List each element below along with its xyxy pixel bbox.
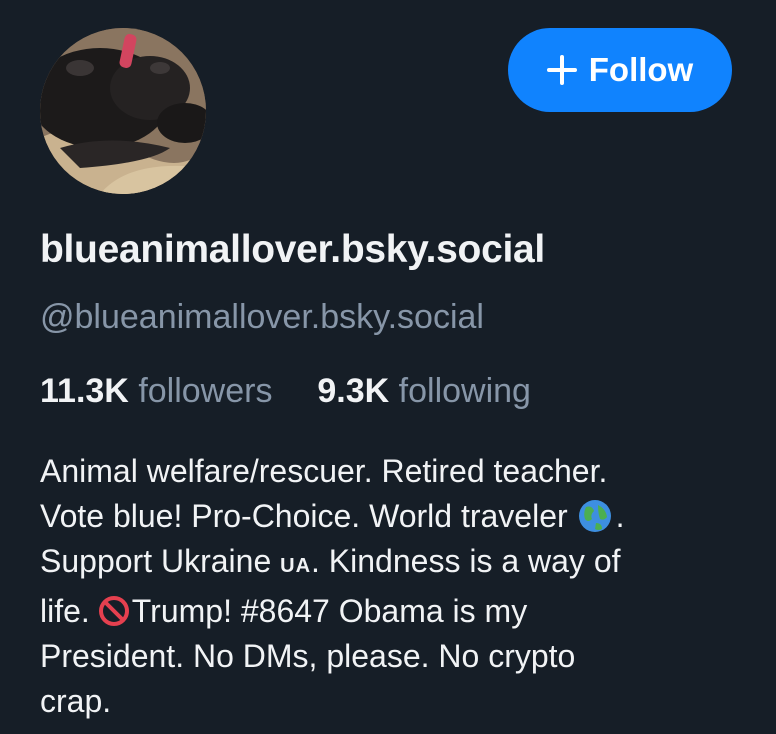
profile-handle: @blueanimallover.bsky.social: [40, 298, 484, 336]
bio-text: Vote blue! Pro-Choice. World traveler: [40, 498, 568, 534]
avatar[interactable]: [40, 28, 206, 194]
bio-line: crap.: [40, 683, 112, 719]
bio-text: . Kindness is a way of: [311, 543, 621, 579]
following-count: 9.3K: [317, 372, 390, 410]
followers-count: 11.3K: [40, 372, 129, 410]
followers-link[interactable]: 11.3K followers: [40, 372, 282, 410]
bio-line: Animal welfare/rescuer. Retired teacher.: [40, 453, 608, 489]
following-link[interactable]: 9.3K following: [317, 372, 531, 410]
bio-text: .: [615, 498, 625, 534]
display-name: blueanimallover.bsky.social: [40, 228, 545, 271]
bio-line: Support Ukraine UA. Kindness is a way of: [40, 539, 740, 589]
bio-text: Support Ukraine: [40, 543, 272, 579]
bio-text: Trump! #8647 Obama is my: [131, 593, 528, 629]
dog-photo-avatar: [40, 28, 206, 194]
globe-icon: [578, 500, 611, 532]
bio-line: President. No DMs, please. No crypto: [40, 638, 576, 674]
bio-line: life. Trump! #8647 Obama is my: [40, 589, 740, 634]
following-label: following: [398, 372, 531, 410]
follow-button[interactable]: Follow: [508, 28, 732, 112]
profile-stats: 11.3K followers 9.3K following: [40, 372, 531, 411]
bio-text: life.: [40, 593, 90, 629]
plus-icon: [546, 55, 577, 85]
profile-card: Follow blueanimallover.bsky.social @blue…: [0, 0, 776, 734]
profile-bio: Animal welfare/rescuer. Retired teacher.…: [40, 449, 740, 724]
follow-button-label: Follow: [588, 51, 694, 88]
no-entry-icon: [98, 596, 129, 626]
followers-label: followers: [138, 372, 273, 410]
ua-flag: UA: [280, 555, 312, 577]
bio-line: Vote blue! Pro-Choice. World traveler .: [40, 494, 740, 539]
